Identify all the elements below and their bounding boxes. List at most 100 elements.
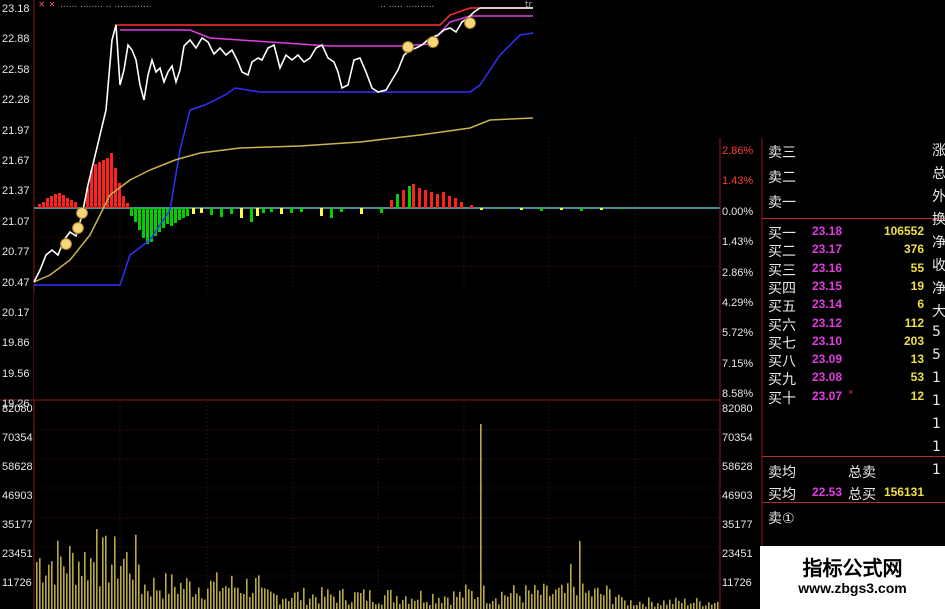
percent-tick-label: 8.58% [722,388,754,401]
buy-level-volume: 106552 [883,224,924,238]
volume-bar [576,595,578,609]
volume-bar [102,537,104,609]
volume-bar [231,575,233,609]
momentum-bar [240,208,243,218]
volume-bar [153,577,155,609]
volume-bar [540,594,542,609]
volume-bar [474,599,476,609]
volume-bar [366,600,368,609]
volume-bar [126,552,128,609]
momentum-bar [110,153,113,208]
volume-bar [63,566,65,609]
price-tick-label: 21.07 [2,215,30,228]
momentum-bar [430,192,433,208]
sell-level-name: 卖三 [768,145,796,161]
momentum-bar [54,194,57,208]
volume-bar [225,586,227,609]
volume-bar [87,580,89,609]
momentum-bar [330,208,333,218]
momentum-bar [256,208,259,216]
momentum-bar [210,208,213,215]
volume-bar [396,596,398,609]
momentum-bars [38,153,623,244]
volume-bar [522,602,524,609]
buy-signal-marker [76,207,88,219]
volume-bar [690,603,692,609]
volume-bar [681,603,683,609]
volume-bar [378,603,380,609]
momentum-bar [126,203,129,208]
right-column-glyph: 1 [932,439,941,455]
volume-bar [651,601,653,609]
volume-bar [717,601,719,609]
volume-bar [84,552,86,609]
percent-tick-label: 0.00% [722,205,754,218]
volume-bar [273,593,275,609]
volume-bar [300,600,302,609]
momentum-bar [520,208,523,210]
volume-bar [549,595,551,609]
momentum-bar [280,208,283,214]
volume-bar [72,552,74,609]
volume-bar [516,593,518,609]
volume-bar [354,592,356,609]
price-tick-label: 22.58 [2,63,30,76]
volume-bar [504,595,506,609]
volume-bar [132,579,134,609]
volume-tick-label: 23451 [2,548,33,560]
volume-bar [603,595,605,609]
buy-level-row: 买一 23.18 106552 [762,221,930,242]
volume-bar [666,604,668,609]
volume-bar [564,593,566,609]
momentum-bar [250,208,253,222]
volume-bar [162,598,164,609]
volume-tick-label: 23451 [722,548,753,560]
volume-bar [258,575,260,609]
volume-bar [327,589,329,609]
right-column-glyph: 净 [932,235,945,251]
sell-level-row: 卖一 [762,190,930,211]
book-separator [762,218,945,219]
volume-bar [171,574,173,609]
buy-level-volume: 13 [910,352,924,367]
volume-bar [93,562,95,609]
percent-tick-label: 2.86% [722,145,754,157]
volume-bar [276,595,278,609]
volume-bar [168,593,170,609]
total-sell-label: 总卖 [848,465,876,481]
volume-bar [303,587,305,609]
volume-bar [570,564,572,609]
volume-tick-label: 35177 [2,519,33,531]
volume-bar [117,578,119,609]
volume-bar [216,572,218,609]
volume-bar [186,578,188,609]
momentum-bar [270,208,273,212]
price-tick-label: 23.18 [2,3,30,15]
volume-bar [525,585,527,609]
right-column-glyph: 5 [932,347,941,363]
sell-average-label: 卖均 [768,465,796,481]
volume-bar [75,584,77,609]
price-tick-label: 19.56 [2,367,30,380]
book-separator [762,502,945,503]
momentum-bar [436,194,439,208]
momentum-bar [200,208,203,213]
volume-bar [246,578,248,609]
buy-level-row: 买十 23.07 12 × [762,386,930,407]
volume-bar [294,592,296,609]
buy-level-price: 23.12 [812,315,843,330]
volume-bar [465,584,467,609]
momentum-bar [192,208,195,214]
total-buy-label: 总买 [848,487,876,503]
momentum-bar [262,208,265,213]
right-column-glyph: 外 [932,189,945,205]
momentum-bar [470,205,473,208]
buy-level-volume: 12 [910,388,924,403]
volume-bar [90,558,92,609]
volume-bar [519,595,521,609]
sell-one-row: 卖① [762,506,930,527]
volume-bar [81,576,83,609]
price-tick-label: 19.86 [2,337,30,350]
volume-bar [483,585,485,609]
volume-bar [348,604,350,609]
